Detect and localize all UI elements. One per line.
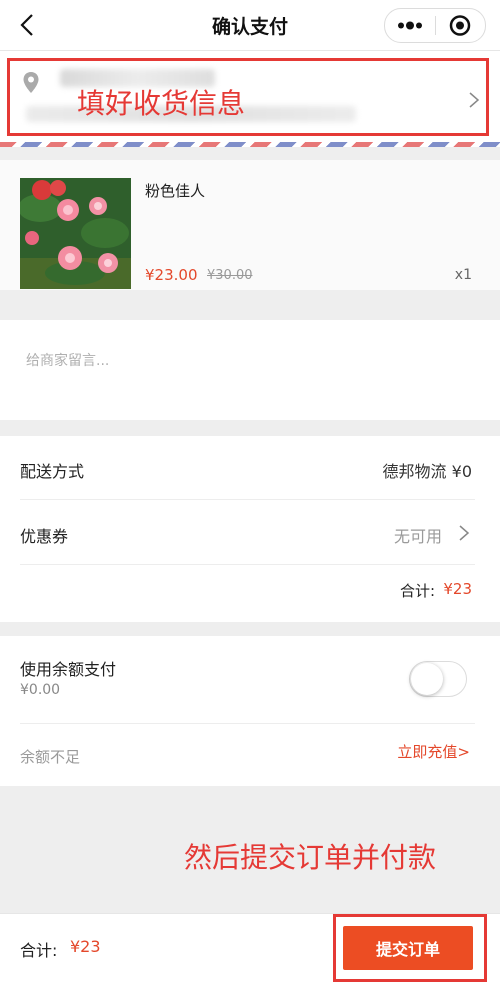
seller-note-placeholder: 给商家留言... <box>26 353 110 369</box>
product-quantity: x1 <box>454 267 472 283</box>
subtotal-value: ¥23 <box>443 580 472 598</box>
submit-order-button[interactable]: 提交订单 <box>343 926 473 970</box>
balance-pay-toggle[interactable] <box>409 661 467 697</box>
target-circle-icon <box>449 15 471 36</box>
balance-pay-label: 使用余额支付 <box>20 660 117 679</box>
product-image <box>20 178 131 289</box>
divider <box>20 723 475 724</box>
total-label: 合计: <box>20 941 58 960</box>
seller-note-field[interactable]: 给商家留言... <box>0 320 500 420</box>
close-button[interactable] <box>435 9 485 42</box>
address-annotation: 填好收货信息 <box>77 87 246 120</box>
total-amount: ¥23 <box>70 937 101 956</box>
chevron-right-icon <box>469 92 480 108</box>
coupon-value[interactable]: 无可用 <box>394 523 442 547</box>
submit-annotation-text: 然后提交订单并付款 <box>184 841 437 874</box>
delivery-method[interactable]: 德邦物流 ¥0 <box>383 458 472 482</box>
address-section[interactable]: 填好收货信息 <box>0 51 500 147</box>
envelope-stripe-border <box>0 142 500 147</box>
coupon-label: 优惠券 <box>20 527 69 546</box>
navigation-bar: 确认支付 <box>0 0 500 51</box>
subtotal-label: 合计: <box>399 582 435 600</box>
product-name: 粉色佳人 <box>145 182 206 200</box>
toggle-knob <box>411 663 443 695</box>
chevron-right-icon[interactable] <box>458 524 470 542</box>
mini-program-capsule <box>384 8 486 43</box>
divider <box>20 499 475 500</box>
divider <box>20 564 475 565</box>
order-options-section: 配送方式 德邦物流 ¥0 优惠券 无可用 合计: ¥23 <box>0 436 500 622</box>
product-card: 粉色佳人 ¥23.00 ¥30.00 x1 <box>0 160 500 290</box>
more-dots-icon <box>398 21 422 30</box>
balance-amount: ¥0.00 <box>20 682 61 698</box>
balance-payment-section: 使用余额支付 ¥0.00 余额不足 立即充值> <box>0 636 500 786</box>
product-original-price: ¥30.00 <box>207 268 253 283</box>
insufficient-balance-text: 余额不足 <box>20 748 81 766</box>
recharge-link[interactable]: 立即充值> <box>397 741 470 762</box>
more-button[interactable] <box>385 9 435 42</box>
checkout-bar: 合计: ¥23 提交订单 <box>0 913 500 982</box>
delivery-label: 配送方式 <box>20 462 85 481</box>
product-price: ¥23.00 <box>145 266 198 284</box>
